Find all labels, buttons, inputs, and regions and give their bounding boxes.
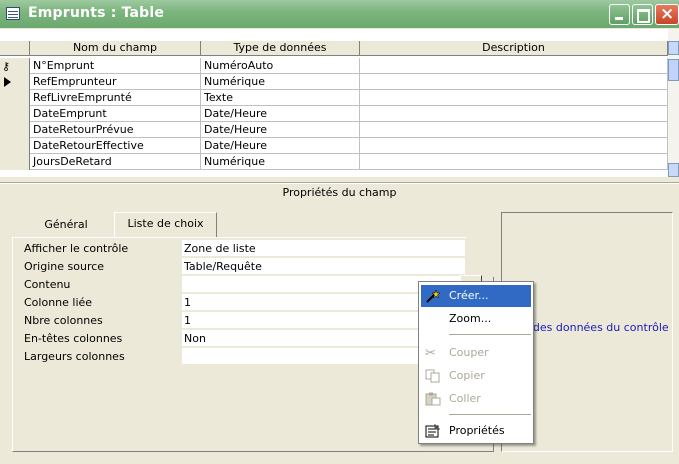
property-label: Nbre colonnes xyxy=(24,314,103,327)
splitter[interactable] xyxy=(0,182,679,184)
table-row[interactable]: RefLivreEmprunté Texte xyxy=(0,90,668,106)
table-icon xyxy=(6,7,20,20)
scroll-up-button[interactable] xyxy=(668,41,679,55)
key-icon: ⚷ xyxy=(2,60,11,73)
table-row[interactable]: DateEmprunt Date/Heure xyxy=(0,106,668,122)
column-header-description: Description xyxy=(360,41,668,55)
menu-item-label: Créer... xyxy=(449,289,489,302)
description-cell[interactable] xyxy=(360,122,668,138)
field-name-cell[interactable]: RefLivreEmprunté xyxy=(30,90,201,106)
menu-item-couper[interactable]: ✂ Couper xyxy=(421,342,531,364)
table-row[interactable]: JoursDeRetard Numérique xyxy=(0,154,668,170)
menu-item-label: Propriétés xyxy=(449,424,505,437)
field-name-cell[interactable]: N°Emprunt xyxy=(30,58,201,74)
table-row[interactable]: ⚷ N°Emprunt NuméroAuto xyxy=(0,58,668,74)
minimize-button[interactable] xyxy=(609,4,630,25)
property-value[interactable]: Zone de liste xyxy=(182,240,465,257)
field-name-cell[interactable]: DateRetourEffective xyxy=(30,138,201,154)
data-type-cell[interactable]: NuméroAuto xyxy=(201,58,360,74)
column-header-field-name: Nom du champ xyxy=(30,41,201,55)
description-cell[interactable] xyxy=(360,106,668,122)
data-type-cell[interactable]: Texte xyxy=(201,90,360,106)
row-selector[interactable] xyxy=(0,74,30,90)
property-label: Origine source xyxy=(24,260,105,273)
data-type-cell[interactable]: Date/Heure xyxy=(201,106,360,122)
table-row[interactable]: DateRetourPrévue Date/Heure xyxy=(0,122,668,138)
description-cell[interactable] xyxy=(360,90,668,106)
field-name-cell[interactable]: RefEmprunteur xyxy=(30,74,201,90)
grid-header: Nom du champ Type de données Description xyxy=(0,41,668,56)
field-name-cell[interactable]: DateEmprunt xyxy=(30,106,201,122)
context-menu: Créer... Zoom... ✂ Couper Copier Coller xyxy=(418,281,534,444)
data-type-cell[interactable]: Numérique xyxy=(201,74,360,90)
row-selector[interactable] xyxy=(0,138,30,154)
properties-icon xyxy=(425,424,440,438)
menu-item-proprietes[interactable]: Propriétés xyxy=(421,420,531,442)
wand-icon xyxy=(426,289,441,303)
menu-item-label: Zoom... xyxy=(449,312,492,325)
description-cell[interactable] xyxy=(360,58,668,74)
menu-separator xyxy=(449,414,531,415)
property-label: Contenu xyxy=(24,278,71,291)
description-cell[interactable] xyxy=(360,138,668,154)
scroll-down-button[interactable] xyxy=(668,163,679,177)
description-cell[interactable] xyxy=(360,74,668,90)
field-name-cell[interactable]: DateRetourPrévue xyxy=(30,122,201,138)
row-selector[interactable] xyxy=(0,90,30,106)
close-icon: × xyxy=(660,4,675,24)
row-selector[interactable]: ⚷ xyxy=(0,58,30,74)
property-label: Colonne liée xyxy=(24,296,93,309)
menu-item-label: Coller xyxy=(449,392,481,405)
menu-item-copier[interactable]: Copier xyxy=(421,365,531,387)
window-title: Emprunts : Table xyxy=(28,5,165,21)
copy-icon xyxy=(425,369,440,383)
row-selector[interactable] xyxy=(0,106,30,122)
property-label: En-têtes colonnes xyxy=(24,332,123,345)
menu-separator xyxy=(449,334,531,335)
maximize-button[interactable] xyxy=(632,4,653,25)
menu-item-zoom[interactable]: Zoom... xyxy=(421,308,531,330)
row-selector-header[interactable] xyxy=(0,41,30,55)
grid-vertical-scrollbar[interactable] xyxy=(668,29,679,177)
property-label: Afficher le contrôle xyxy=(24,242,129,255)
row-selector[interactable] xyxy=(0,154,30,170)
title-bar[interactable]: Emprunts : Table × xyxy=(0,0,679,28)
table-row[interactable]: DateRetourEffective Date/Heure xyxy=(0,138,668,154)
close-button[interactable]: × xyxy=(655,4,679,25)
tab-lookup[interactable]: Liste de choix xyxy=(114,212,217,238)
properties-scroll-area xyxy=(466,237,494,277)
menu-item-coller[interactable]: Coller xyxy=(421,388,531,410)
property-value[interactable]: Table/Requête xyxy=(182,258,465,275)
description-cell[interactable] xyxy=(360,154,668,170)
paste-icon xyxy=(425,392,441,406)
table-design-window: Emprunts : Table × Nom du champ Type de … xyxy=(0,0,679,464)
data-type-cell[interactable]: Numérique xyxy=(201,154,360,170)
field-properties-title: Propriétés du champ xyxy=(282,186,397,199)
field-grid: Nom du champ Type de données Description… xyxy=(0,29,668,177)
column-header-data-type: Type de données xyxy=(201,41,360,55)
menu-item-label: Couper xyxy=(449,346,489,359)
table-row[interactable]: RefEmprunteur Numérique xyxy=(0,74,668,90)
property-label: Largeurs colonnes xyxy=(24,350,125,363)
field-name-cell[interactable]: JoursDeRetard xyxy=(30,154,201,170)
data-type-cell[interactable]: Date/Heure xyxy=(201,122,360,138)
menu-item-creer[interactable]: Créer... xyxy=(421,285,531,307)
data-type-cell[interactable]: Date/Heure xyxy=(201,138,360,154)
row-selector[interactable] xyxy=(0,122,30,138)
scroll-thumb[interactable] xyxy=(668,59,679,81)
current-row-arrow-icon xyxy=(4,77,11,87)
menu-item-label: Copier xyxy=(449,369,485,382)
scissors-icon: ✂ xyxy=(425,346,436,361)
tab-general[interactable]: Général xyxy=(20,214,112,237)
